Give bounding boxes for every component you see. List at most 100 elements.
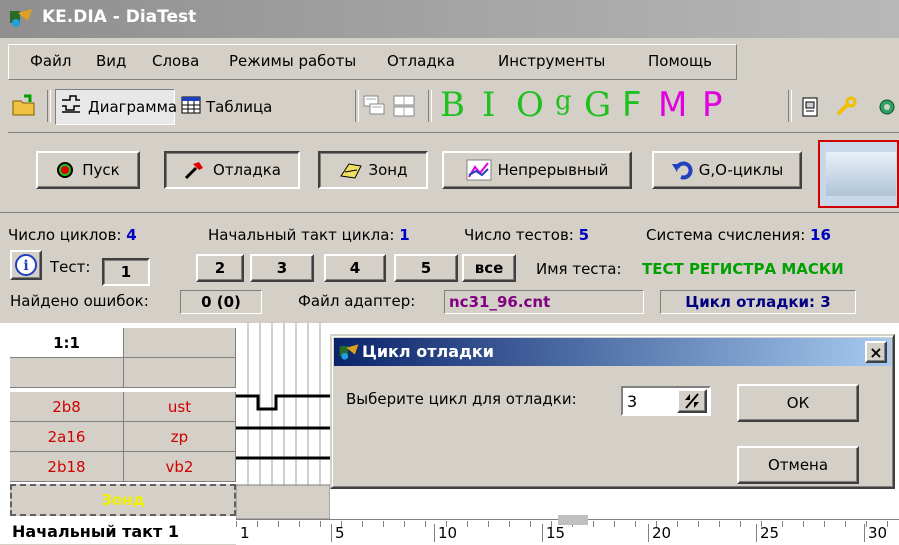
cycle-spin-input[interactable]: 3 <box>621 386 711 416</box>
device-image <box>818 140 899 208</box>
divider <box>0 212 899 213</box>
menu-help[interactable]: Помощь <box>648 52 712 70</box>
test-name-label: Имя теста: <box>536 260 622 278</box>
letter-g-button[interactable]: G <box>584 88 611 122</box>
close-button[interactable]: × <box>865 341 887 363</box>
debug-cycle-indicator: Цикл отладки: 3 <box>660 290 856 314</box>
test-button-all[interactable]: все <box>462 254 516 282</box>
svg-text:i: i <box>23 258 28 274</box>
menu-debug[interactable]: Отладка <box>387 52 455 70</box>
cycles-count: Число циклов: 4 <box>8 226 137 244</box>
toolbar-separator <box>788 90 792 122</box>
signal-address-cell[interactable]: 2b8 <box>10 392 124 422</box>
spin-arrows-icon <box>685 393 699 409</box>
dialog-prompt: Выберите цикл для отладки: <box>346 390 577 408</box>
info-button[interactable]: i <box>10 250 42 280</box>
title-bar[interactable]: KE.DIA - DiaTest <box>0 0 899 38</box>
menu-modes[interactable]: Режимы работы <box>229 52 356 70</box>
probe-cell[interactable]: Зонд <box>10 484 236 516</box>
table-icon[interactable] <box>180 94 202 116</box>
diagram-label: Диаграмма <box>88 98 178 116</box>
debug-button[interactable]: Отладка <box>164 151 300 189</box>
letter-i-button[interactable]: I <box>482 88 495 122</box>
menu-tools[interactable]: Инструменты <box>498 52 605 70</box>
open-folder-icon[interactable] <box>10 92 38 120</box>
diagram-icon <box>60 94 82 116</box>
probe-label: Зонд <box>368 161 408 179</box>
signal-address-cell[interactable]: 2a16 <box>10 422 124 452</box>
radix-value: 16 <box>810 226 831 244</box>
continuous-label: Непрерывный <box>497 161 609 179</box>
tests-count: Число тестов: 5 <box>464 226 589 244</box>
test-button-2[interactable]: 2 <box>196 254 244 282</box>
radix-label: Система счисления: <box>646 226 806 244</box>
report-icon[interactable] <box>800 96 822 118</box>
cycles-button[interactable]: G,O-циклы <box>652 151 802 189</box>
tick-label: 20 <box>648 524 671 542</box>
record-icon <box>57 162 74 178</box>
signal-address-cell[interactable]: 2b18 <box>10 452 124 482</box>
tests-count-label: Число тестов: <box>464 226 574 244</box>
spin-buttons[interactable] <box>677 389 707 413</box>
cycles-count-label: Число циклов: <box>8 226 122 244</box>
letter-b-button[interactable]: B <box>440 88 465 122</box>
menu-words[interactable]: Слова <box>152 52 199 70</box>
header-cell <box>124 328 236 358</box>
app-icon <box>10 9 32 27</box>
gear-icon[interactable] <box>876 96 898 118</box>
cancel-button[interactable]: Отмена <box>737 446 859 484</box>
empty-cell <box>10 358 124 388</box>
dialog-title-bar[interactable]: Цикл отладки × <box>334 338 891 366</box>
toolbar-separator <box>355 90 359 122</box>
test-name-value: ТЕСТ РЕГИСТРА МАСКИ <box>642 260 844 278</box>
tests-count-value: 5 <box>578 226 590 244</box>
tick-label: 1 <box>240 524 250 542</box>
probe-icon <box>339 163 362 179</box>
dialog-title: Цикл отладки <box>362 342 494 361</box>
adapter-file: nc31_96.cnt <box>444 290 644 314</box>
timing-diagram[interactable] <box>236 323 330 519</box>
start-tick: Начальный такт цикла: 1 <box>208 226 410 244</box>
letter-p-button[interactable]: P <box>702 88 723 122</box>
debug-label: Отладка <box>213 161 281 179</box>
signal-name-cell[interactable]: zp <box>124 422 236 452</box>
letter-o-button[interactable]: O <box>516 88 544 122</box>
letter-m-button[interactable]: M <box>658 88 687 122</box>
continuous-button[interactable]: Непрерывный <box>442 151 632 189</box>
toolbar-separator <box>47 90 51 122</box>
chart-icon <box>466 159 492 181</box>
window-title: KE.DIA - DiaTest <box>42 7 197 27</box>
menu-view[interactable]: Вид <box>96 52 126 70</box>
start-label: Пуск <box>82 161 120 179</box>
tick-label: 30 <box>864 524 887 542</box>
letter-g-small-button[interactable]: g <box>555 84 572 118</box>
start-tick-label: Начальный такт цикла: <box>208 226 395 244</box>
start-tick-footer: Начальный такт 1 <box>12 522 180 541</box>
radix: Система счисления: 16 <box>646 226 831 244</box>
toolbar-separator <box>428 90 432 122</box>
test-button-1[interactable]: 1 <box>102 258 150 286</box>
info-icon: i <box>15 254 37 276</box>
window-tile-icon[interactable] <box>392 94 416 118</box>
menu-file[interactable]: Файл <box>30 52 71 70</box>
scale-cell: 1:1 <box>10 328 124 358</box>
probe-button[interactable]: Зонд <box>318 151 428 189</box>
divider <box>8 132 899 133</box>
test-button-5[interactable]: 5 <box>394 254 458 282</box>
empty-cell <box>124 358 236 388</box>
table-label[interactable]: Таблица <box>206 98 272 116</box>
signal-name-cell[interactable]: vb2 <box>124 452 236 482</box>
tick-label: 5 <box>331 524 345 542</box>
start-button[interactable]: Пуск <box>36 151 140 189</box>
app-icon <box>339 344 359 360</box>
window-cascade-icon[interactable] <box>362 94 386 118</box>
ok-button[interactable]: ОК <box>737 384 859 422</box>
test-button-3[interactable]: 3 <box>250 254 314 282</box>
wrench-icon[interactable] <box>834 96 858 118</box>
adapter-label: Файл адаптер: <box>298 292 416 310</box>
hammer-icon <box>184 162 204 180</box>
test-button-4[interactable]: 4 <box>324 254 386 282</box>
letter-f-button[interactable]: F <box>622 88 642 122</box>
signal-name-cell[interactable]: ust <box>124 392 236 422</box>
cycle-value: 3 <box>627 392 638 411</box>
